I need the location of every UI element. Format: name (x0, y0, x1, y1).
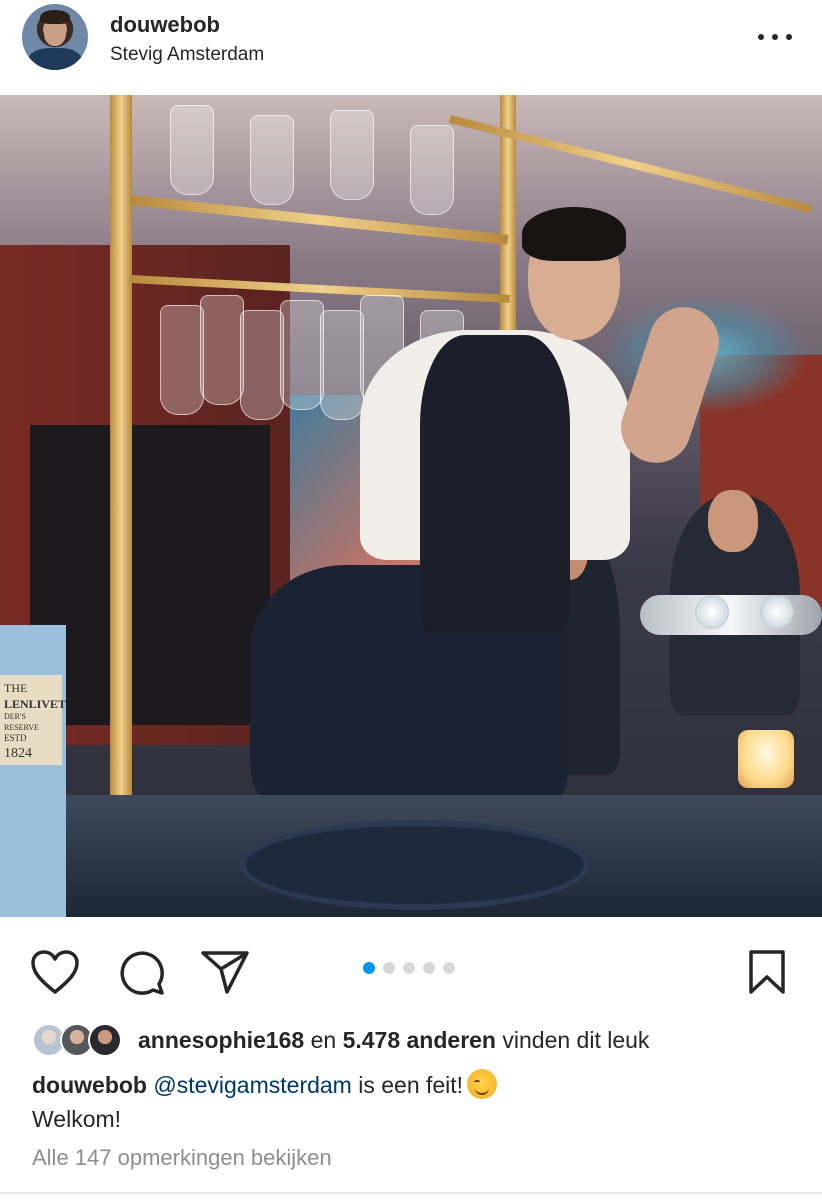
divider (0, 1192, 822, 1194)
bookmark-icon[interactable] (740, 945, 794, 999)
post-username[interactable]: douwebob (110, 12, 220, 38)
send-icon[interactable] (198, 945, 252, 999)
view-all-comments-link[interactable]: Alle 147 opmerkingen bekijken (32, 1145, 332, 1171)
caption-line2: Welkom! (32, 1106, 122, 1132)
carousel-dot[interactable] (403, 962, 415, 974)
avatar[interactable] (22, 4, 88, 70)
comment-icon[interactable] (114, 945, 168, 999)
caption-mention[interactable]: @stevigamsterdam (153, 1072, 351, 1098)
more-dots-icon[interactable] (758, 22, 792, 52)
whisky-box-label: THE LENLIVET DER'S RESERVE ESTD 1824 (0, 675, 66, 765)
liker-avatars (32, 1021, 126, 1059)
first-liker-link[interactable]: annesophie168 (138, 1027, 304, 1053)
avatar (88, 1023, 122, 1057)
likes-text: annesophie168 en 5.478 anderen vinden di… (138, 1026, 650, 1053)
post-header: douwebob Stevig Amsterdam (0, 0, 822, 95)
post-location[interactable]: Stevig Amsterdam (110, 44, 264, 66)
smirk-emoji-icon (467, 1069, 498, 1099)
carousel-dot[interactable] (383, 962, 395, 974)
caption-author[interactable]: douwebob (32, 1072, 147, 1098)
action-bar (0, 917, 822, 1022)
caption-text: is een feit! (358, 1072, 464, 1098)
others-link[interactable]: 5.478 anderen (343, 1027, 496, 1053)
post-photo[interactable]: THE LENLIVET DER'S RESERVE ESTD 1824 (0, 95, 822, 917)
post-caption: douwebob @stevigamsterdam is een feit! W… (32, 1068, 802, 1136)
carousel-indicator (363, 962, 455, 974)
carousel-dot[interactable] (443, 962, 455, 974)
carousel-dot[interactable] (363, 962, 375, 974)
heart-icon[interactable] (28, 945, 82, 999)
likes-summary[interactable]: annesophie168 en 5.478 anderen vinden di… (32, 1020, 649, 1060)
carousel-dot[interactable] (423, 962, 435, 974)
